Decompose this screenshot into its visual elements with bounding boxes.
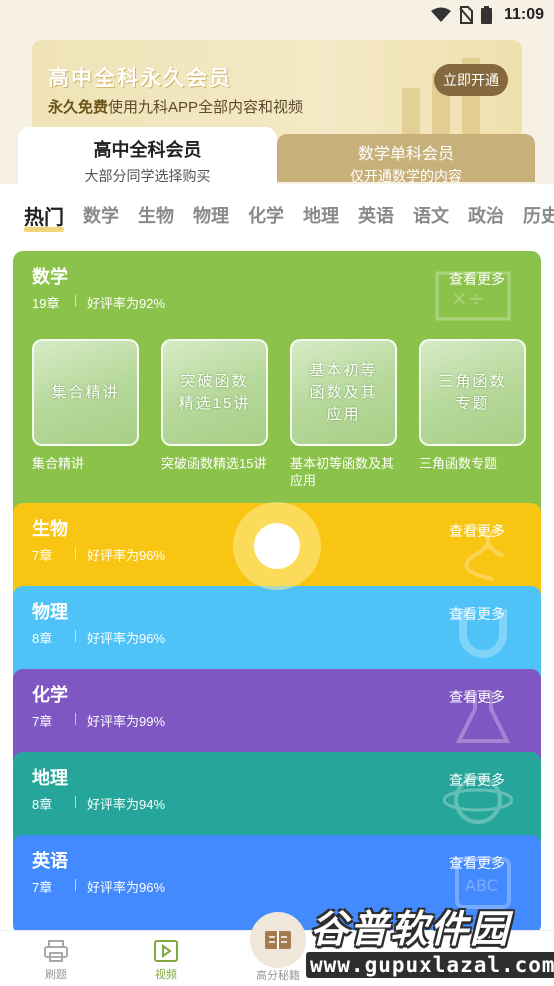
course-item[interactable]: 集合精讲 集合精讲 xyxy=(32,339,140,472)
course-item[interactable]: 突破函数精选15讲 突破函数精选15讲 xyxy=(161,339,269,472)
floating-button-core xyxy=(254,523,300,569)
banner-subtitle-text: 使用九科APP全部内容和视频 xyxy=(108,99,304,116)
subject-tab-english[interactable]: 英语 xyxy=(358,202,394,228)
rating-text: 好评率为92% xyxy=(87,296,166,311)
watermark-url: www.gupuxlazal.com xyxy=(306,952,554,978)
tab-title: 数学单科会员 xyxy=(357,146,454,163)
subject-card-math[interactable]: ×÷ 数学 19章 好评率为92% 查看更多 集合精讲 集合精讲 突破函数精选1… xyxy=(13,251,541,521)
rating-text: 好评率为96% xyxy=(87,631,166,646)
svg-text:ABC: ABC xyxy=(465,876,498,895)
course-thumbnail: 三角函数专题 xyxy=(419,339,526,446)
floating-button[interactable] xyxy=(233,502,321,590)
card-title: 英语 xyxy=(32,851,68,871)
course-caption: 突破函数精选15讲 xyxy=(161,456,267,471)
nav-practice[interactable]: 刷题 xyxy=(16,939,96,982)
chapter-count: 19章 xyxy=(32,296,60,311)
divider xyxy=(75,295,76,307)
open-membership-button[interactable]: 立即开通 xyxy=(434,64,508,96)
subject-tab-biology[interactable]: 生物 xyxy=(138,202,174,228)
divider xyxy=(75,879,76,891)
tab-title: 高中全科会员 xyxy=(93,140,202,160)
nav-label: 刷题 xyxy=(45,969,67,981)
banner-subtitle-highlight: 永久免费 xyxy=(48,99,109,116)
tab-all-subjects-member[interactable]: 高中全科会员 大部分同学选择购买 xyxy=(18,127,277,187)
tab-desc: 大部分同学选择购买 xyxy=(84,168,211,184)
view-more-link[interactable]: 查看更多 xyxy=(449,521,505,541)
card-title: 化学 xyxy=(32,685,68,705)
card-title: 物理 xyxy=(32,602,68,622)
wifi-icon xyxy=(430,7,451,22)
chapter-count: 8章 xyxy=(32,631,53,646)
rating-text: 好评率为94% xyxy=(87,797,166,812)
chapter-count: 8章 xyxy=(32,797,53,812)
course-item[interactable]: 基本初等函数及其应用 基本初等函数及其应用 xyxy=(290,339,398,489)
tab-math-member[interactable]: 数学单科会员 仅开通数学的内容 xyxy=(277,134,535,184)
banner-subtitle: 永久免费使用九科APP全部内容和视频 xyxy=(48,96,303,117)
course-caption: 三角函数专题 xyxy=(419,456,498,471)
membership-banner[interactable]: 高中全科永久会员 永久免费使用九科APP全部内容和视频 立即开通 xyxy=(32,40,522,140)
chapter-count: 7章 xyxy=(32,880,53,895)
divider xyxy=(75,796,76,808)
chapter-count: 7章 xyxy=(32,714,53,729)
course-item[interactable]: 三角函数专题 三角函数专题 xyxy=(419,339,527,472)
watermark-logo: 谷普软件园 www.gupuxlazal.com xyxy=(302,896,554,986)
nav-secret-tips-button[interactable] xyxy=(250,912,306,968)
card-title: 地理 xyxy=(32,768,68,788)
subject-tab-math[interactable]: 数学 xyxy=(83,202,119,228)
subject-tab-politics[interactable]: 政治 xyxy=(468,202,504,228)
view-more-link[interactable]: 查看更多 xyxy=(449,687,505,707)
chapter-count: 7章 xyxy=(32,548,53,563)
card-title: 数学 xyxy=(32,267,68,287)
subject-tab-history[interactable]: 历史 xyxy=(523,202,554,228)
divider xyxy=(75,547,76,559)
view-more-link[interactable]: 查看更多 xyxy=(449,604,505,624)
course-caption: 基本初等函数及其应用 xyxy=(290,456,395,488)
subject-tab-hot[interactable]: 热门 xyxy=(24,201,64,232)
clock: 11:09 xyxy=(503,6,544,23)
subject-nav: 热门 数学 生物 物理 化学 地理 英语 语文 政治 历史 xyxy=(0,184,554,246)
book-icon xyxy=(265,931,291,949)
banner-title: 高中全科永久会员 xyxy=(48,67,232,90)
rating-text: 好评率为96% xyxy=(87,548,166,563)
divider xyxy=(75,630,76,642)
nav-video[interactable]: 视频 xyxy=(126,939,206,982)
rating-text: 好评率为99% xyxy=(87,714,166,729)
watermark-text: 谷普软件园 xyxy=(310,909,511,951)
view-more-link[interactable]: 查看更多 xyxy=(449,770,505,790)
rating-text: 好评率为96% xyxy=(87,880,166,895)
nav-label: 视频 xyxy=(155,969,177,981)
video-icon xyxy=(154,940,178,962)
subject-tab-geography[interactable]: 地理 xyxy=(303,202,339,228)
divider xyxy=(75,713,76,725)
course-caption: 集合精讲 xyxy=(32,456,85,471)
course-thumbnail: 集合精讲 xyxy=(32,339,139,446)
svg-text:×÷: ×÷ xyxy=(451,286,485,310)
view-more-link[interactable]: 查看更多 xyxy=(449,269,505,289)
view-more-link[interactable]: 查看更多 xyxy=(449,853,505,873)
subject-tab-physics[interactable]: 物理 xyxy=(193,202,229,228)
subject-tab-chemistry[interactable]: 化学 xyxy=(248,202,284,228)
printer-icon xyxy=(44,940,68,962)
status-bar: 11:09 xyxy=(0,0,554,30)
subject-tab-chinese[interactable]: 语文 xyxy=(413,202,449,228)
no-sim-icon xyxy=(459,6,473,24)
tab-desc: 仅开通数学的内容 xyxy=(350,168,462,184)
card-title: 生物 xyxy=(32,519,68,539)
course-thumbnail: 基本初等函数及其应用 xyxy=(290,339,397,446)
course-thumbnail: 突破函数精选15讲 xyxy=(161,339,268,446)
battery-icon xyxy=(480,6,492,24)
